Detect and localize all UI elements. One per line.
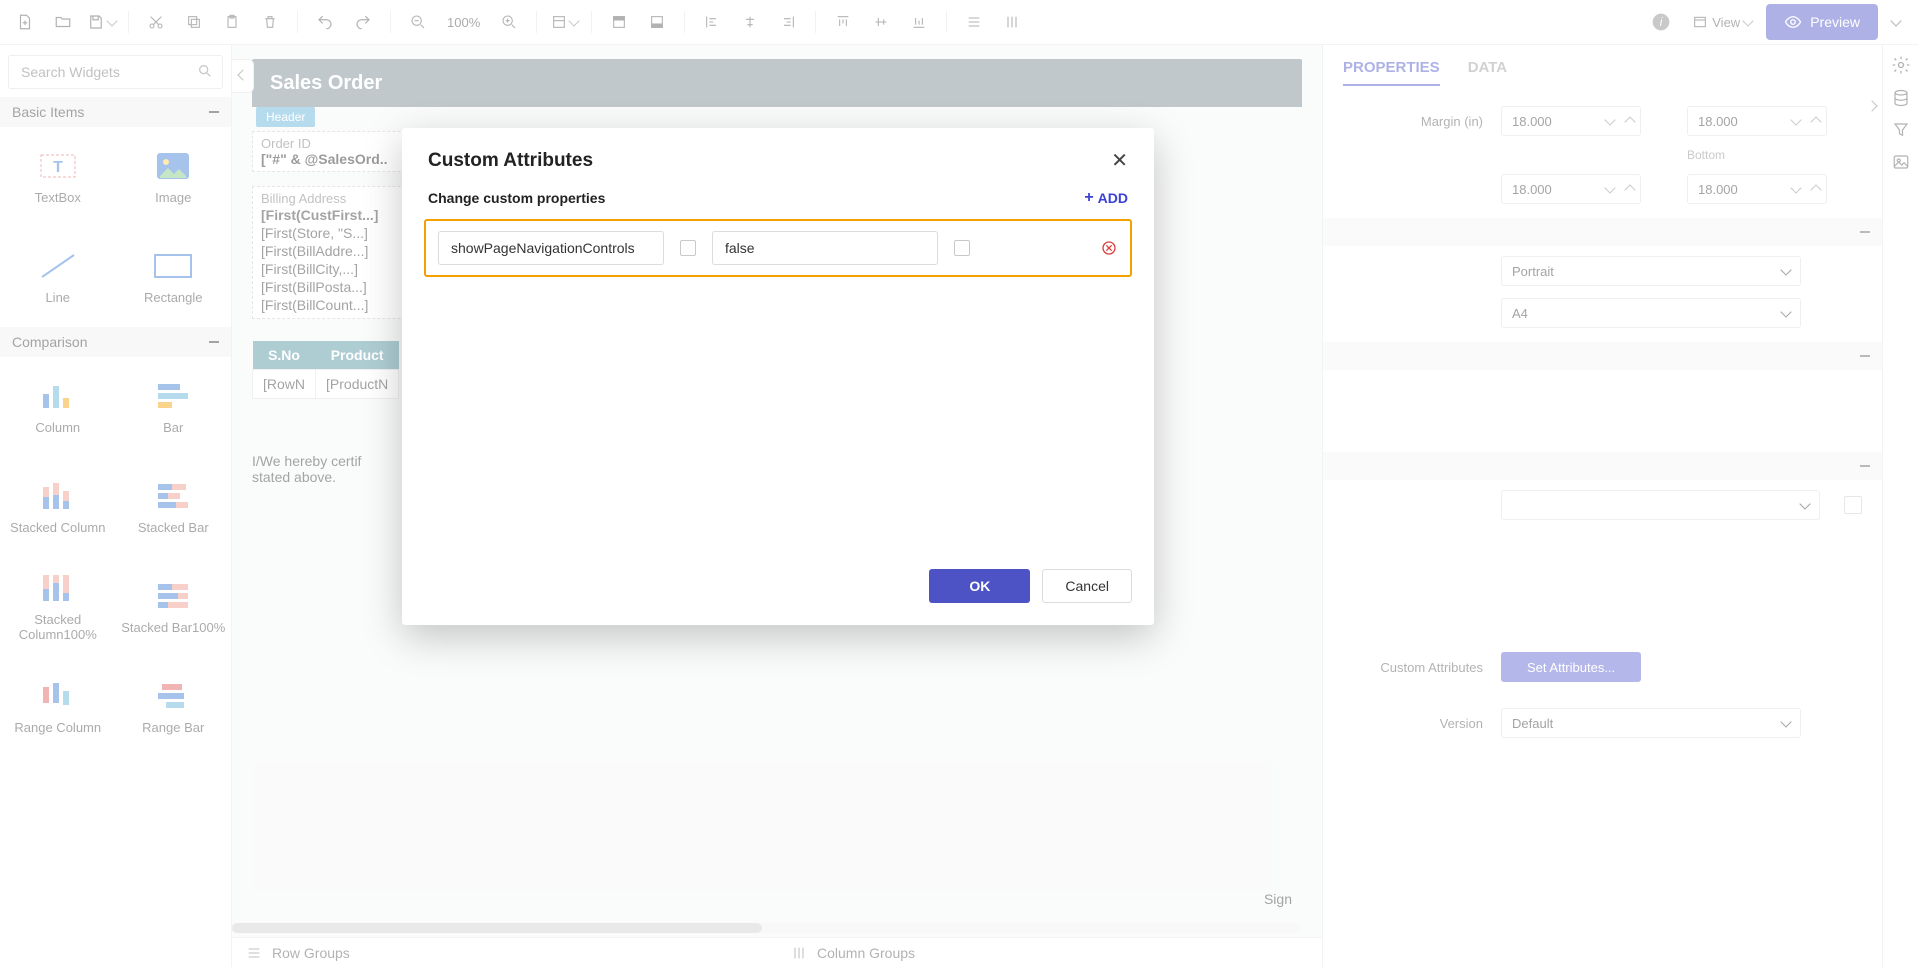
attribute-key-input[interactable] xyxy=(438,231,664,265)
attribute-row xyxy=(424,219,1132,277)
attribute-value-input[interactable] xyxy=(712,231,938,265)
cancel-button[interactable]: Cancel xyxy=(1042,569,1132,603)
add-attribute-button[interactable]: + ADD xyxy=(1084,189,1128,207)
custom-attributes-modal: Custom Attributes ✕ Change custom proper… xyxy=(402,128,1154,625)
key-expression-toggle[interactable] xyxy=(680,240,696,256)
plus-icon: + xyxy=(1084,189,1093,207)
close-icon[interactable]: ✕ xyxy=(1111,148,1128,173)
ok-button[interactable]: OK xyxy=(929,569,1030,603)
delete-row-icon[interactable] xyxy=(1100,239,1118,257)
modal-subtitle: Change custom properties xyxy=(428,190,605,206)
value-expression-toggle[interactable] xyxy=(954,240,970,256)
modal-title: Custom Attributes xyxy=(428,150,593,172)
